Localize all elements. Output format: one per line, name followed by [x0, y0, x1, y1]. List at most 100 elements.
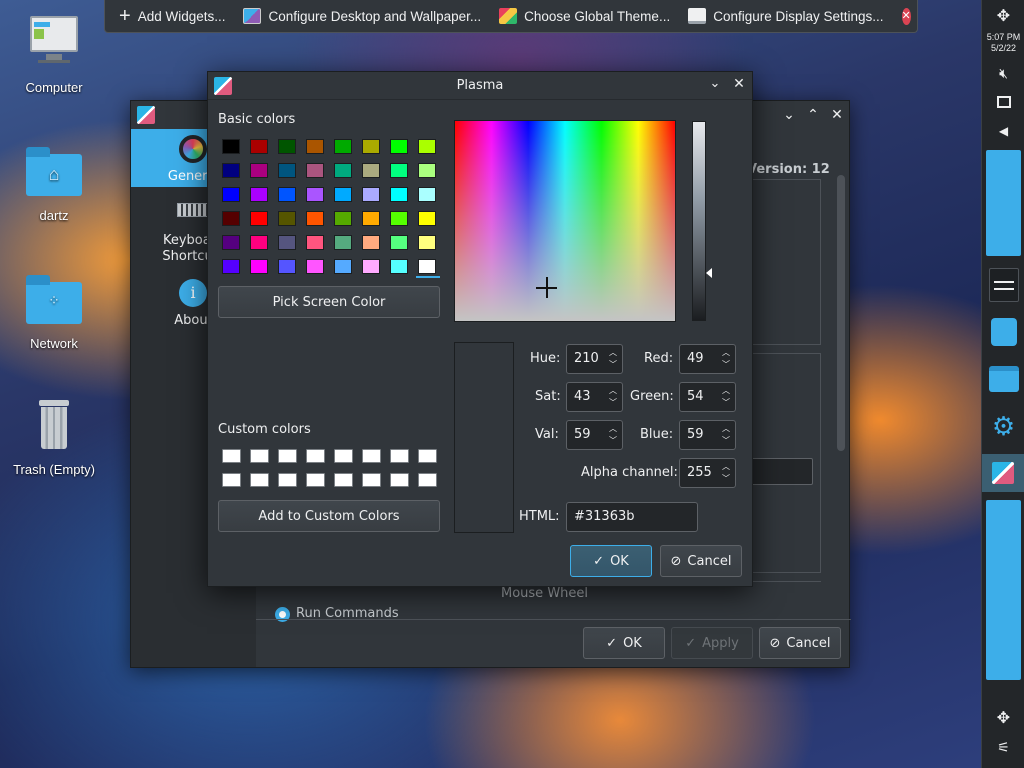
value-slider-handle[interactable] [706, 268, 712, 278]
basic-color-swatch[interactable] [334, 139, 352, 154]
basic-color-swatch[interactable] [250, 163, 268, 178]
basic-color-swatch[interactable] [390, 139, 408, 154]
basic-color-swatch[interactable] [418, 187, 436, 202]
custom-color-swatch[interactable] [334, 473, 353, 487]
basic-color-swatch[interactable] [362, 139, 380, 154]
basic-color-swatch[interactable] [390, 235, 408, 250]
color-spectrum[interactable] [454, 120, 676, 322]
cancel-button[interactable]: ⊘ Cancel [759, 627, 841, 659]
discover-store-icon[interactable] [982, 318, 1024, 346]
custom-color-swatch[interactable] [418, 449, 437, 463]
basic-color-swatch[interactable] [250, 235, 268, 250]
add-widgets-button[interactable]: + Add Widgets... [113, 4, 231, 28]
basic-color-swatch[interactable] [418, 163, 436, 178]
plasma-active-task-icon[interactable] [982, 454, 1024, 492]
desktop-icon-trash[interactable]: Trash (Empty) [4, 396, 104, 477]
spin-arrows-icon[interactable]: ︿ ﹀ [720, 385, 732, 409]
file-manager-icon[interactable] [982, 366, 1024, 392]
green-spinbox[interactable]: 54 ︿ ﹀ [679, 382, 736, 412]
basic-color-swatch[interactable] [222, 235, 240, 250]
basic-color-swatch[interactable] [334, 235, 352, 250]
basic-color-swatch[interactable] [250, 139, 268, 154]
basic-color-swatch[interactable] [306, 139, 324, 154]
basic-color-swatch[interactable] [278, 259, 296, 274]
red-spinbox[interactable]: 49 ︿ ﹀ [679, 344, 736, 374]
custom-color-swatch[interactable] [390, 473, 409, 487]
custom-color-swatch[interactable] [362, 449, 381, 463]
ok-button[interactable]: ✓ OK [570, 545, 652, 577]
custom-color-swatch[interactable] [306, 473, 325, 487]
basic-color-swatch[interactable] [362, 187, 380, 202]
value-slider[interactable] [692, 121, 706, 321]
basic-color-swatch[interactable] [278, 139, 296, 154]
expand-tray-icon[interactable]: ◀ [982, 124, 1024, 138]
maximize-icon[interactable]: ⌃ [803, 105, 823, 125]
volume-muted-icon[interactable]: 🔇︎ [982, 66, 1024, 82]
network-status-icon[interactable] [982, 96, 1024, 108]
basic-color-swatch[interactable] [278, 235, 296, 250]
custom-color-swatch[interactable] [250, 449, 269, 463]
move-icon[interactable]: ✥ [982, 708, 1024, 727]
display-settings-button[interactable]: Configure Display Settings... [682, 4, 889, 28]
spin-arrows-icon[interactable]: ︿ ﹀ [720, 461, 732, 485]
basic-color-swatch[interactable] [222, 259, 240, 274]
basic-color-swatch[interactable] [390, 187, 408, 202]
desktop-icon-computer[interactable]: Computer [4, 14, 104, 95]
close-icon[interactable]: ✕ [901, 7, 911, 25]
custom-color-swatch[interactable] [334, 449, 353, 463]
custom-color-swatch[interactable] [418, 473, 437, 487]
global-theme-button[interactable]: Choose Global Theme... [493, 4, 676, 28]
basic-color-swatch[interactable] [418, 259, 436, 274]
basic-color-swatch[interactable] [222, 163, 240, 178]
add-to-custom-colors-button[interactable]: Add to Custom Colors [218, 500, 440, 532]
basic-color-swatch[interactable] [250, 259, 268, 274]
custom-color-swatch[interactable] [278, 449, 297, 463]
basic-color-swatch[interactable] [390, 211, 408, 226]
basic-color-swatch[interactable] [306, 259, 324, 274]
close-icon[interactable]: ✕ [730, 76, 748, 92]
basic-color-swatch[interactable] [250, 211, 268, 226]
settings-gear-icon[interactable]: ⚙ [982, 412, 1024, 442]
spin-arrows-icon[interactable]: ︿ ﹀ [720, 347, 732, 371]
basic-color-swatch[interactable] [362, 211, 380, 226]
basic-color-swatch[interactable] [278, 211, 296, 226]
custom-color-swatch[interactable] [362, 473, 381, 487]
configure-desktop-button[interactable]: Configure Desktop and Wallpaper... [237, 4, 487, 28]
spin-arrows-icon[interactable]: ︿ ﹀ [607, 347, 619, 371]
scrollbar[interactable] [837, 175, 845, 451]
basic-color-swatch[interactable] [222, 211, 240, 226]
text-field[interactable] [751, 458, 813, 485]
alpha-spinbox[interactable]: 255 ︿ ﹀ [679, 458, 736, 488]
basic-color-swatch[interactable] [306, 187, 324, 202]
spin-arrows-icon[interactable]: ︿ ﹀ [607, 385, 619, 409]
basic-color-swatch[interactable] [362, 235, 380, 250]
close-icon[interactable]: ✕ [827, 105, 847, 125]
clock[interactable]: 5:07 PM 5/2/22 [982, 32, 1024, 54]
cancel-button[interactable]: ⊘ Cancel [660, 545, 742, 577]
custom-color-swatch[interactable] [278, 473, 297, 487]
minimize-icon[interactable]: ⌄ [706, 76, 724, 91]
basic-color-swatch[interactable] [362, 163, 380, 178]
basic-color-swatch[interactable] [418, 235, 436, 250]
val-spinbox[interactable]: 59 ︿ ﹀ [566, 420, 623, 450]
apply-button[interactable]: ✓ Apply [671, 627, 753, 659]
basic-color-swatch[interactable] [278, 187, 296, 202]
sat-spinbox[interactable]: 43 ︿ ﹀ [566, 382, 623, 412]
basic-color-swatch[interactable] [334, 163, 352, 178]
basic-color-swatch[interactable] [278, 163, 296, 178]
basic-color-swatch[interactable] [306, 211, 324, 226]
custom-color-swatch[interactable] [222, 473, 241, 487]
move-panel-icon[interactable]: ✥ [982, 6, 1024, 25]
custom-color-swatch[interactable] [222, 449, 241, 463]
basic-color-swatch[interactable] [334, 187, 352, 202]
basic-color-swatch[interactable] [334, 211, 352, 226]
blue-spinbox[interactable]: 59 ︿ ﹀ [679, 420, 736, 450]
desktop-icon-dartz[interactable]: ⌂ dartz [4, 142, 104, 223]
basic-color-swatch[interactable] [334, 259, 352, 274]
spin-arrows-icon[interactable]: ︿ ﹀ [607, 423, 619, 447]
basic-color-swatch[interactable] [418, 211, 436, 226]
hue-spinbox[interactable]: 210 ︿ ﹀ [566, 344, 623, 374]
ok-button[interactable]: ✓ OK [583, 627, 665, 659]
system-settings-launcher-icon[interactable] [982, 268, 1024, 302]
basic-color-swatch[interactable] [390, 259, 408, 274]
